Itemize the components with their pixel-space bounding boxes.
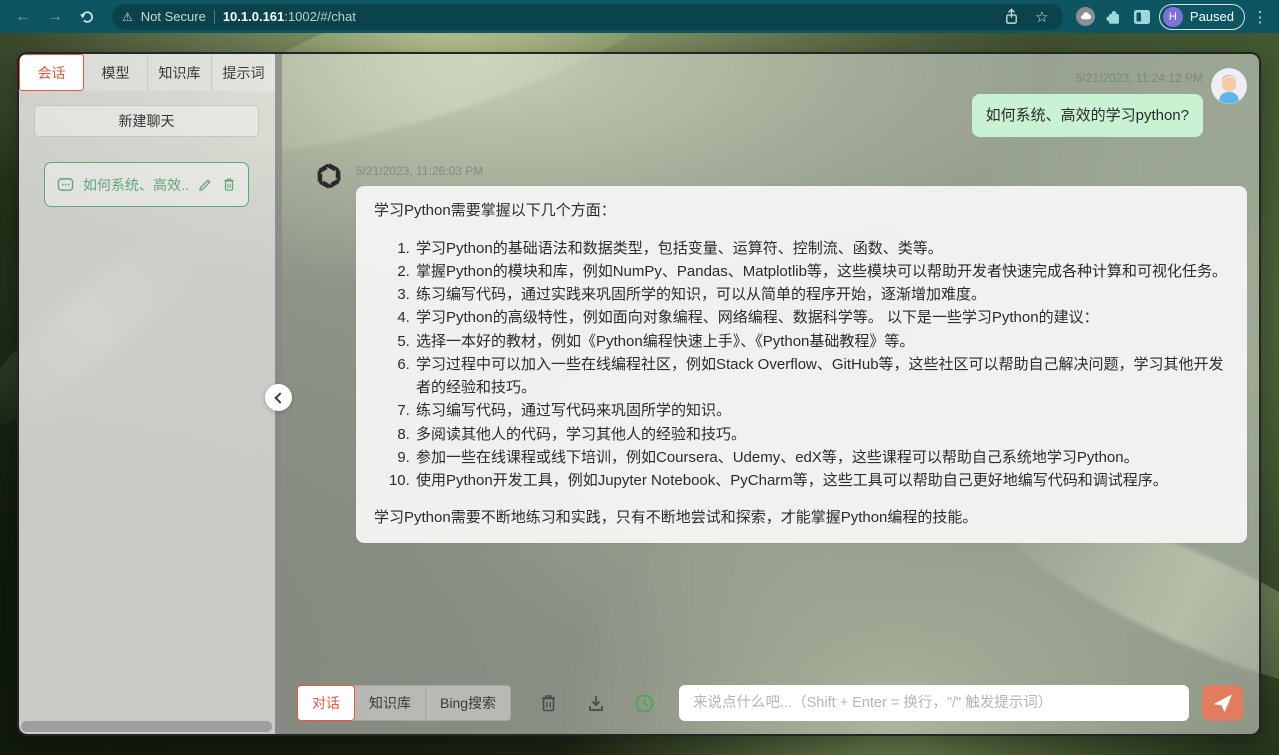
browser-toolbar: ← → ⚠ Not Secure 10.1.0.161:1002/#/chat … xyxy=(0,0,1279,33)
assistant-list-item: 学习Python的高级特性，例如面向对象编程、网络编程、数据科学等。 以下是一些… xyxy=(414,306,1229,329)
back-icon[interactable]: ← xyxy=(10,4,36,30)
tab-conversations[interactable]: 会话 xyxy=(19,54,84,91)
message-input[interactable] xyxy=(679,685,1189,721)
tab-knowledge-base[interactable]: 知识库 xyxy=(148,54,212,91)
url-path: :1002/#/chat xyxy=(284,9,356,24)
openai-logo-icon xyxy=(314,161,344,191)
assistant-list-item: 多阅读其他人的代码，学习其他人的经验和技巧。 xyxy=(414,423,1229,446)
omnibox-divider xyxy=(214,10,215,24)
profile-paused-button[interactable]: H Paused xyxy=(1159,4,1245,30)
tab-models[interactable]: 模型 xyxy=(84,54,148,91)
collapse-sidebar-button[interactable] xyxy=(265,384,292,411)
forward-icon[interactable]: → xyxy=(42,4,68,30)
profile-avatar: H xyxy=(1163,7,1183,27)
sidebar-tabs: 会话 模型 知识库 提示词 xyxy=(19,54,275,91)
assistant-list-item: 使用Python开发工具，例如Jupyter Notebook、PyCharm等… xyxy=(414,469,1229,492)
chat-item-title: 如何系统、高效... xyxy=(83,175,189,195)
mode-tab-bing-search[interactable]: Bing搜索 xyxy=(426,686,510,720)
sidebar-horizontal-scrollbar[interactable] xyxy=(21,721,272,732)
chat-main-area: 5/21/2023, 11:24:12 PM 如何系统、高效的学习python?… xyxy=(282,54,1259,734)
send-button[interactable] xyxy=(1202,685,1243,721)
user-avatar xyxy=(1211,68,1247,104)
history-clock-icon[interactable] xyxy=(633,692,655,714)
assistant-message: 5/21/2023, 11:26:03 PM 学习Python需要掌握以下几个方… xyxy=(314,161,1247,542)
assistant-list-item: 选择一本好的教材，例如《Python编程快速上手》、《Python基础教程》等。 xyxy=(414,330,1229,353)
refresh-icon[interactable] xyxy=(74,4,100,30)
security-label: Not Secure xyxy=(141,9,206,24)
paper-plane-icon xyxy=(1213,693,1233,713)
tab-prompts[interactable]: 提示词 xyxy=(212,54,275,91)
chevron-left-icon xyxy=(274,392,285,403)
user-message-bubble: 如何系统、高效的学习python? xyxy=(972,94,1203,137)
sidebar: 会话 模型 知识库 提示词 新建聊天 如何系统、高效... xyxy=(19,54,275,734)
composer-bar: 对话 知识库 Bing搜索 xyxy=(297,685,1243,721)
chat-bubble-icon xyxy=(57,177,74,193)
url-host: 10.1.0.161 xyxy=(223,9,284,24)
assistant-numbered-list: 学习Python的基础语法和数据类型，包括变量、运算符、控制流、函数、类等。掌握… xyxy=(374,237,1229,493)
side-panel-icon[interactable] xyxy=(1131,6,1153,28)
clear-trash-icon[interactable] xyxy=(537,692,559,714)
mode-tab-dialog[interactable]: 对话 xyxy=(297,685,355,721)
mode-tab-knowledge-base[interactable]: 知识库 xyxy=(355,686,426,720)
assistant-outro: 学习Python需要不断地练习和实践，只有不断地尝试和探索，才能掌握Python… xyxy=(374,506,1229,529)
share-icon[interactable] xyxy=(1001,6,1023,28)
user-message-timestamp: 5/21/2023, 11:24:12 PM xyxy=(1076,68,1203,85)
assistant-message-bubble: 学习Python需要掌握以下几个方面： 学习Python的基础语法和数据类型，包… xyxy=(356,186,1247,542)
profile-status-label: Paused xyxy=(1190,9,1234,24)
new-chat-button[interactable]: 新建聊天 xyxy=(34,105,259,137)
composer-mode-tabs: 对话 知识库 Bing搜索 xyxy=(297,685,511,721)
browser-menu-icon[interactable]: ⋮ xyxy=(1251,8,1269,26)
address-bar[interactable]: ⚠ Not Secure 10.1.0.161:1002/#/chat ☆ xyxy=(112,4,1063,30)
assistant-list-item: 掌握Python的模块和库，例如NumPy、Pandas、Matplotlib等… xyxy=(414,260,1229,283)
page-background: 会话 模型 知识库 提示词 新建聊天 如何系统、高效... xyxy=(0,33,1279,755)
download-status-icon[interactable] xyxy=(1075,6,1097,28)
assistant-list-item: 参加一些在线课程或线下培训，例如Coursera、Udemy、edX等，这些课程… xyxy=(414,446,1229,469)
assistant-message-timestamp: 5/21/2023, 11:26:03 PM xyxy=(356,161,1247,178)
extensions-puzzle-icon[interactable] xyxy=(1103,6,1125,28)
assistant-list-item: 练习编写代码，通过写代码来巩固所学的知识。 xyxy=(414,399,1229,422)
user-message: 5/21/2023, 11:24:12 PM 如何系统、高效的学习python? xyxy=(314,68,1247,137)
export-download-icon[interactable] xyxy=(585,692,607,714)
assistant-list-item: 学习Python的基础语法和数据类型，包括变量、运算符、控制流、函数、类等。 xyxy=(414,237,1229,260)
assistant-intro: 学习Python需要掌握以下几个方面： xyxy=(374,199,1229,222)
bookmark-star-icon[interactable]: ☆ xyxy=(1031,6,1053,28)
not-secure-warning-icon: ⚠ xyxy=(122,10,133,24)
edit-pencil-icon[interactable] xyxy=(198,177,213,192)
delete-trash-icon[interactable] xyxy=(222,177,236,192)
assistant-list-item: 学习过程中可以加入一些在线编程社区，例如Stack Overflow、GitHu… xyxy=(414,353,1229,400)
message-list: 5/21/2023, 11:24:12 PM 如何系统、高效的学习python?… xyxy=(282,54,1259,543)
url-text: 10.1.0.161:1002/#/chat xyxy=(223,9,356,24)
assistant-list-item: 练习编写代码，通过实践来巩固所学的知识，可以从简单的程序开始，逐渐增加难度。 xyxy=(414,283,1229,306)
chat-history-item[interactable]: 如何系统、高效... xyxy=(44,162,249,207)
chat-app-window: 会话 模型 知识库 提示词 新建聊天 如何系统、高效... xyxy=(17,52,1261,736)
